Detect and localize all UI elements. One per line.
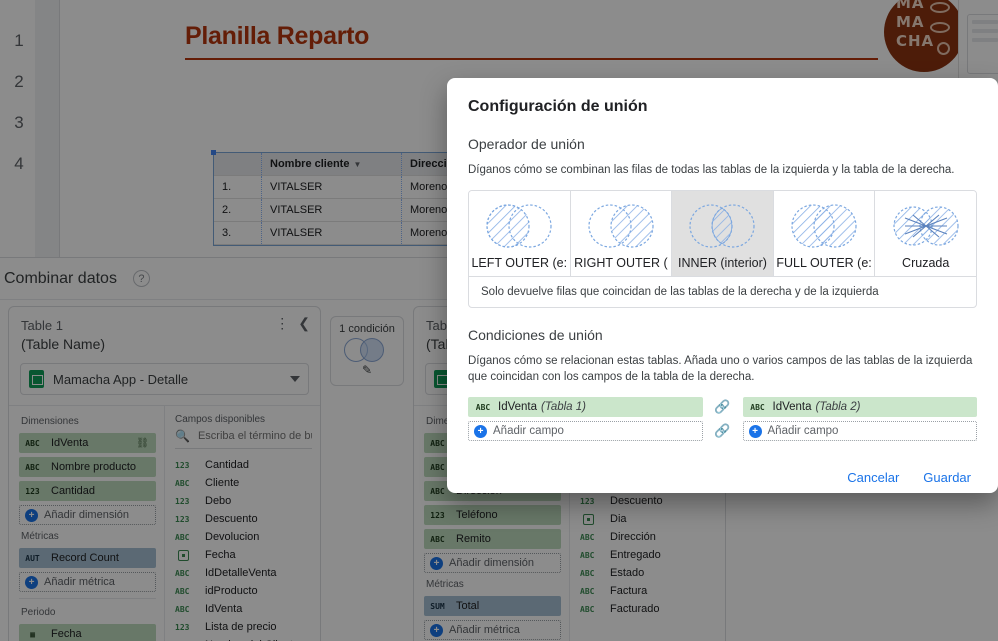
operator-section-title: Operador de unión xyxy=(468,136,585,152)
operator-row: LEFT OUTER (e: RIGHT OUTER ( INNER (inte… xyxy=(469,190,976,276)
condition-left-field[interactable]: ABC IdVenta (Tabla 1) xyxy=(468,397,703,418)
operator-right-outer[interactable]: RIGHT OUTER ( xyxy=(570,190,673,276)
field-label: IdVenta xyxy=(498,401,538,414)
operator-label: FULL OUTER (e: xyxy=(776,255,872,270)
link-icon: 🔗 xyxy=(714,423,731,439)
operator-full-outer[interactable]: FULL OUTER (e: xyxy=(773,190,876,276)
plus-icon: + xyxy=(474,424,487,438)
venn-cross-icon xyxy=(893,206,959,246)
conditions-description: Díganos cómo se relacionan estas tablas.… xyxy=(468,354,973,384)
save-button[interactable]: Guardar xyxy=(917,466,977,489)
condition-right-field[interactable]: ABC IdVenta (Tabla 2) xyxy=(742,397,977,418)
dialog-actions: Cancelar Guardar xyxy=(468,466,977,489)
type-badge: ABC xyxy=(750,402,765,412)
operator-label: LEFT OUTER (e: xyxy=(471,255,568,270)
operator-label: RIGHT OUTER ( xyxy=(574,255,668,270)
operator-selector: LEFT OUTER (e: RIGHT OUTER ( INNER (inte… xyxy=(468,189,977,308)
operator-description: Díganos cómo se combinan las filas de to… xyxy=(468,164,955,176)
venn-full-outer-icon xyxy=(791,204,857,248)
conditions-section-title: Condiciones de unión xyxy=(468,326,603,343)
operator-cross[interactable]: Cruzada xyxy=(875,190,976,276)
field-table-label: (Tabla 2) xyxy=(815,401,861,414)
field-label: IdVenta xyxy=(772,401,812,414)
add-left-field-button[interactable]: + Añadir campo xyxy=(468,421,703,442)
condition-row-empty: + Añadir campo 🔗 + Añadir campo xyxy=(468,421,977,442)
field-table-label: (Tabla 1) xyxy=(541,401,586,414)
cancel-button[interactable]: Cancelar xyxy=(841,466,905,489)
dialog-title: Configuración de unión xyxy=(468,98,648,115)
operator-hint: Solo devuelve filas que coincidan de las… xyxy=(469,275,976,307)
venn-inner-icon xyxy=(689,204,756,248)
condition-row: ABC IdVenta (Tabla 1) 🔗 ABC IdVenta (Tab… xyxy=(468,397,977,418)
operator-inner[interactable]: INNER (interior) xyxy=(672,190,774,276)
add-field-label: Añadir campo xyxy=(493,425,564,438)
operator-label: Cruzada xyxy=(902,255,950,270)
add-field-label: Añadir campo xyxy=(767,425,839,438)
app-root: 1 2 3 4 Planilla Reparto MA MA CHA Nombr… xyxy=(0,0,998,641)
operator-left-outer[interactable]: LEFT OUTER (e: xyxy=(469,190,571,276)
link-icon: 🔗 xyxy=(714,399,731,415)
add-right-field-button[interactable]: + Añadir campo xyxy=(742,421,977,442)
venn-left-outer-icon xyxy=(486,204,552,248)
type-badge: ABC xyxy=(475,402,491,412)
conditions-grid: ABC IdVenta (Tabla 1) 🔗 ABC IdVenta (Tab… xyxy=(468,397,977,442)
plus-icon: + xyxy=(748,424,762,438)
venn-right-outer-icon xyxy=(588,204,654,248)
join-configuration-dialog: Configuración de unión Operador de unión… xyxy=(447,78,998,493)
operator-label: INNER (interior) xyxy=(678,255,767,270)
